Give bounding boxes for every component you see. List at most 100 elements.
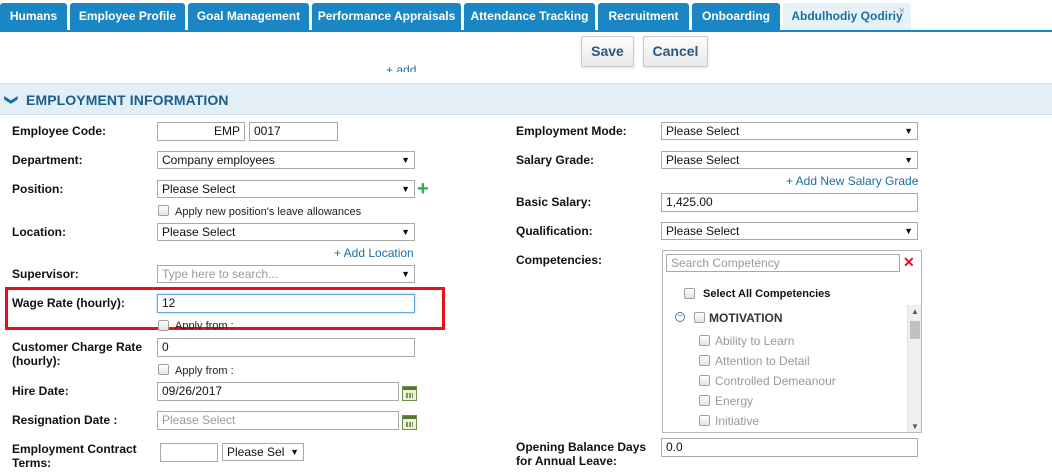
select-all-checkbox[interactable] [684,288,695,299]
contract-terms-input[interactable] [160,443,218,462]
top-tab-bar: Humans Employee Profile Goal Management … [0,0,1052,32]
employee-code-number[interactable]: 0017 [249,122,338,141]
salary-grade-value: Please Select [666,153,740,167]
tab-label: Goal Management [196,9,301,23]
add-salary-grade-link[interactable]: + Add New Salary Grade [786,174,918,188]
add-link[interactable]: + add [386,64,416,72]
wage-apply-from-checkbox[interactable] [158,320,169,331]
employment-mode-select[interactable]: Please Select ▼ [661,122,918,140]
tab-label: Attendance Tracking [470,9,589,23]
location-select[interactable]: Please Select ▼ [157,223,415,241]
section-title: EMPLOYMENT INFORMATION [26,92,229,108]
tab-employee-record[interactable]: Abdulhodiy Qodiriy × [783,3,911,30]
add-position-icon[interactable]: + [417,179,429,199]
dropdown-arrow-icon: ▼ [904,226,913,236]
hire-date-label: Hire Date: [12,384,69,398]
customer-charge-label-2: (hourly): [12,354,61,368]
contract-terms-unit-select[interactable]: Please Sel ▼ [222,443,304,461]
competency-checkbox[interactable] [699,375,710,386]
opening-balance-input[interactable]: 0.0 [661,438,918,457]
group-checkbox[interactable] [694,312,705,323]
basic-salary-input[interactable]: 1,425.00 [661,193,918,212]
competencies-panel: Search Competency ✕ Select All Competenc… [662,250,922,433]
tab-onboarding[interactable]: Onboarding [692,3,780,30]
select-all-label: Select All Competencies [703,288,831,300]
apply-leave-label: Apply new position's leave allowances [175,206,362,218]
employment-information-header[interactable]: ❯ EMPLOYMENT INFORMATION [0,83,1052,115]
dropdown-arrow-icon: ▼ [904,126,913,136]
position-label: Position: [12,182,64,196]
competencies-label: Competencies: [516,253,603,267]
position-value: Please Select [162,182,236,196]
tab-label: Employee Profile [78,9,177,23]
contract-terms-label-1: Employment Contract [12,442,137,456]
tab-label: Recruitment [608,9,679,23]
apply-leave-checkbox[interactable] [158,205,169,216]
collapse-icon[interactable]: − [675,312,685,322]
employment-mode-value: Please Select [666,124,740,138]
tab-performance-appraisals[interactable]: Performance Appraisals [312,3,461,30]
tab-goal-management[interactable]: Goal Management [188,3,309,30]
group-motivation-label: MOTIVATION [709,311,783,325]
employment-mode-label: Employment Mode: [516,124,627,138]
location-value: Please Select [162,225,236,239]
qualification-label: Qualification: [516,224,593,238]
salary-grade-select[interactable]: Please Select ▼ [661,151,918,169]
wage-rate-input[interactable]: 12 [157,294,415,313]
competency-item: Energy [715,394,754,408]
add-location-link[interactable]: + Add Location [334,246,414,260]
competency-item: Ability to Learn [715,334,795,348]
resignation-date-label: Resignation Date : [12,413,118,427]
clear-search-icon[interactable]: ✕ [903,254,915,270]
competency-scrollbar[interactable]: ▲ ▼ [907,305,921,432]
wage-apply-from-label: Apply from : [175,320,234,329]
tab-label: Humans [9,9,58,23]
dropdown-arrow-icon: ▼ [401,155,410,165]
supervisor-placeholder: Type here to search... [162,267,279,281]
tab-label: Performance Appraisals [317,9,456,23]
tab-underline [0,30,1052,32]
charge-apply-from-checkbox[interactable] [158,364,169,375]
basic-salary-label: Basic Salary: [516,195,592,209]
charge-apply-from-label: Apply from : [175,365,234,377]
tab-recruitment[interactable]: Recruitment [598,3,689,30]
tab-attendance-tracking[interactable]: Attendance Tracking [464,3,595,30]
dropdown-arrow-icon: ▼ [904,155,913,165]
opening-balance-label-1: Opening Balance Days [516,440,647,454]
dropdown-arrow-icon: ▼ [401,269,410,279]
competency-search-input[interactable]: Search Competency [666,254,900,272]
customer-charge-label-1: Customer Charge Rate [12,340,143,354]
supervisor-search[interactable]: Type here to search... ▼ [157,265,415,283]
contract-terms-label-2: Terms: [12,456,52,470]
position-select[interactable]: Please Select ▼ [157,180,415,198]
save-button[interactable]: Save [581,36,634,67]
calendar-icon[interactable] [402,415,417,430]
scroll-thumb[interactable] [910,321,920,339]
customer-charge-input[interactable]: 0 [157,338,415,357]
scroll-up-icon[interactable]: ▲ [911,307,919,316]
dropdown-arrow-icon: ▼ [290,447,299,457]
close-tab-icon[interactable]: × [899,0,905,25]
qualification-value: Please Select [666,224,740,238]
tab-humans[interactable]: Humans [0,3,67,30]
salary-grade-label: Salary Grade: [516,153,595,167]
competency-item: Initiative [715,414,760,428]
wage-rate-label: Wage Rate (hourly): [12,296,125,310]
contract-unit-value: Please Sel [227,445,285,459]
competency-checkbox[interactable] [699,355,710,366]
supervisor-label: Supervisor: [12,267,79,281]
competency-checkbox[interactable] [699,335,710,346]
hire-date-input[interactable]: 09/26/2017 [157,382,399,401]
resignation-date-input[interactable]: Please Select [157,411,399,430]
competency-checkbox[interactable] [699,395,710,406]
tab-label: Abdulhodiy Qodiriy [791,9,903,23]
cancel-button[interactable]: Cancel [643,36,708,67]
competency-checkbox[interactable] [699,415,710,426]
calendar-icon[interactable] [402,386,417,401]
scroll-down-icon[interactable]: ▼ [911,422,919,431]
department-select[interactable]: Company employees ▼ [157,151,415,169]
employee-code-prefix[interactable]: EMP [157,122,245,141]
tab-label: Onboarding [702,9,770,23]
qualification-select[interactable]: Please Select ▼ [661,222,918,240]
tab-employee-profile[interactable]: Employee Profile [70,3,185,30]
